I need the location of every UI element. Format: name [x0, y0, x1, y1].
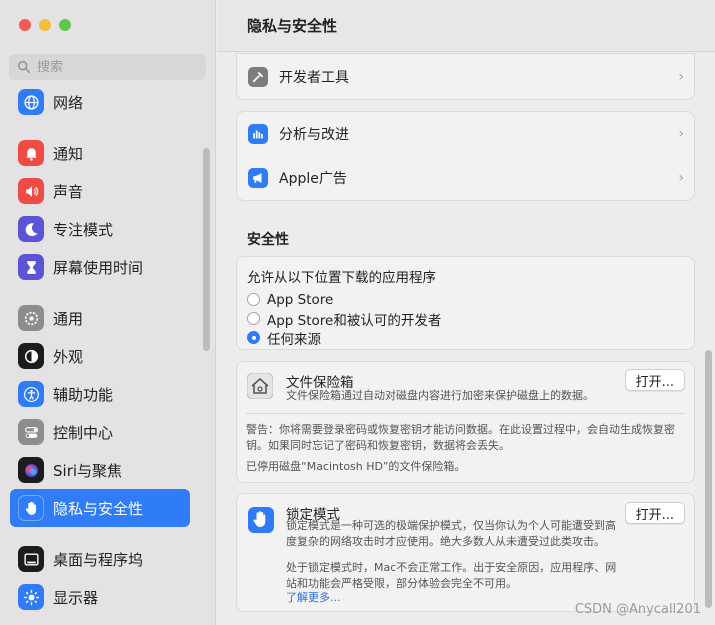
sidebar-item-label: 隐私与安全性 — [53, 499, 144, 518]
sidebar-item-label: 显示器 — [53, 588, 99, 607]
filevault-description: 文件保险箱通过自动对磁盘内容进行加密来保护磁盘上的数据。 — [286, 389, 594, 402]
sidebar-item-displays[interactable]: 显示器 — [10, 578, 190, 616]
close-button[interactable] — [19, 19, 31, 31]
lockdown-mode-card: 锁定模式 打开... 锁定模式是一种可选的极端保护模式，仅当你认为个人可能遭受到… — [236, 493, 695, 612]
sidebar-item-label: 通用 — [53, 309, 84, 328]
sidebar-item-label: 辅助功能 — [53, 385, 114, 404]
watermark: CSDN @Anycall201 — [574, 602, 701, 617]
sidebar-item-label: 通知 — [53, 144, 84, 163]
megaphone-icon — [248, 168, 268, 188]
accessibility-icon — [18, 381, 44, 407]
lockdown-detail: 处于锁定模式时，Mac不会正常工作。出于安全原因，应用程序、网站和功能会严格受限… — [286, 561, 617, 590]
sidebar-item-desktop-dock[interactable]: 桌面与程序坞 — [10, 540, 190, 578]
sidebar-item-network[interactable]: 网络 — [10, 83, 190, 121]
analytics-ads-card: 分析与改进 › Apple广告 › — [236, 111, 695, 201]
sidebar-item-label: 桌面与程序坞 — [53, 550, 144, 569]
divider — [246, 413, 685, 414]
page-title: 隐私与安全性 — [217, 0, 715, 52]
sidebar-item-siri[interactable]: Siri与聚焦 — [10, 451, 190, 489]
sidebar-item-label: 声音 — [53, 182, 84, 201]
zoom-button[interactable] — [59, 19, 71, 31]
allow-apps-label: 允许从以下位置下载的应用程序 — [247, 270, 436, 286]
search-field[interactable] — [9, 54, 206, 80]
sidebar-item-general[interactable]: 通用 — [10, 299, 190, 337]
sidebar-item-accessibility[interactable]: 辅助功能 — [10, 375, 190, 413]
filevault-warning: 警告：你将需要登录密码或恢复密钥才能访问数据。在此设置过程中，会自动生成恢复密钥… — [246, 423, 675, 452]
row-label: 分析与改进 — [279, 127, 349, 143]
globe-icon — [18, 89, 44, 115]
row-label: Apple广告 — [279, 171, 347, 187]
sidebar-item-privacy-security[interactable]: 隐私与安全性 — [10, 489, 190, 527]
radio-button[interactable] — [247, 312, 260, 325]
filevault-status: 已停用磁盘“Macintosh HD”的文件保险箱。 — [246, 460, 466, 473]
bell-icon — [18, 140, 44, 166]
hand-icon — [18, 495, 44, 521]
analytics-row[interactable]: 分析与改进 › — [237, 112, 694, 156]
radio-button-selected[interactable] — [247, 331, 260, 344]
developer-tools-row[interactable]: 开发者工具 › — [237, 54, 694, 100]
sidebar-item-control-center[interactable]: 控制中心 — [10, 413, 190, 451]
security-section-title: 安全性 — [247, 232, 289, 248]
sun-icon — [18, 584, 44, 610]
sidebar-item-sound[interactable]: 声音 — [10, 172, 190, 210]
sidebar-item-label: 外观 — [53, 347, 84, 366]
radio-label: App Store — [267, 291, 334, 308]
siri-icon — [18, 457, 44, 483]
hourglass-icon — [18, 254, 44, 280]
sidebar-item-label: 控制中心 — [53, 423, 114, 442]
radio-option-app-store[interactable]: App Store — [247, 290, 694, 309]
appearance-icon — [18, 343, 44, 369]
sidebar-item-label: 专注模式 — [53, 220, 114, 239]
lockdown-turn-on-button[interactable]: 打开... — [624, 502, 685, 524]
sidebar-item-label: 屏幕使用时间 — [53, 258, 144, 277]
radio-option-identified-developers[interactable]: App Store和被认可的开发者 — [247, 309, 694, 329]
sidebar-item-screen-time[interactable]: 屏幕使用时间 — [10, 248, 190, 286]
sidebar-scrollbar[interactable] — [203, 148, 210, 351]
main-pane: 隐私与安全性 开发者工具 › 分析与改进 › Apple广告 › 安全性 允许从… — [217, 0, 715, 625]
search-input[interactable] — [37, 59, 187, 75]
sidebar-item-label: 网络 — [53, 93, 84, 112]
filevault-turn-on-button[interactable]: 打开... — [624, 369, 685, 391]
radio-label: App Store和被认可的开发者 — [267, 312, 442, 329]
radio-option-anywhere[interactable]: 任何来源 — [247, 328, 694, 348]
moon-icon — [18, 216, 44, 242]
lockdown-description: 锁定模式是一种可选的极端保护模式，仅当你认为个人可能遭受到高度复杂的网络攻击时才… — [286, 519, 616, 548]
radio-label: 任何来源 — [267, 331, 321, 348]
chevron-right-icon: › — [678, 69, 684, 85]
sidebar-item-focus[interactable]: 专注模式 — [10, 210, 190, 248]
search-icon — [18, 61, 30, 73]
chevron-right-icon: › — [678, 170, 684, 186]
sidebar: 网络 通知 声音 专注模式 屏幕使用时间 通用 外观 — [0, 0, 216, 625]
house-lock-icon — [247, 373, 273, 399]
sidebar-item-notifications[interactable]: 通知 — [10, 134, 190, 172]
gear-icon — [18, 305, 44, 331]
chevron-right-icon: › — [678, 126, 684, 142]
main-scrollbar[interactable] — [705, 350, 712, 608]
allow-apps-card: 允许从以下位置下载的应用程序 App Store App Store和被认可的开… — [236, 256, 695, 350]
sidebar-item-appearance[interactable]: 外观 — [10, 337, 190, 375]
hand-icon — [248, 507, 274, 533]
filevault-card: 文件保险箱 文件保险箱通过自动对磁盘内容进行加密来保护磁盘上的数据。 打开...… — [236, 361, 695, 483]
hammer-icon — [248, 67, 268, 87]
apple-ads-row[interactable]: Apple广告 › — [237, 156, 694, 200]
developer-tools-card: 开发者工具 › — [236, 53, 695, 100]
sidebar-item-label: Siri与聚焦 — [53, 461, 123, 480]
speaker-icon — [18, 178, 44, 204]
learn-more-link[interactable]: 了解更多... — [286, 589, 341, 605]
dock-icon — [18, 546, 44, 572]
minimize-button[interactable] — [39, 19, 51, 31]
window-controls — [19, 19, 71, 31]
row-label: 开发者工具 — [279, 70, 349, 86]
radio-button[interactable] — [247, 293, 260, 306]
toggles-icon — [18, 419, 44, 445]
bar-chart-icon — [248, 124, 268, 144]
